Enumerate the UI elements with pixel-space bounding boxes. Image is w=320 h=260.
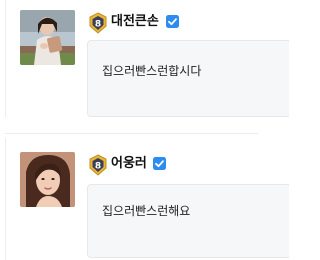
comment-bubble: 집으러빤스런해요 [87,184,289,258]
level-number: 8 [95,162,101,172]
avatar-image [20,152,75,207]
comment-bubble: 집으러빤스런합시다 [87,40,289,117]
author-name[interactable]: 대전큰손 [111,13,159,31]
thread-line [5,0,6,117]
comment-text: 집으러빤스런합시다 [102,64,202,78]
thread-line [5,138,6,260]
level-badge: 8 [88,12,108,34]
comment-text: 집으러빤스런해요 [102,204,191,218]
verified-check-icon [153,157,166,170]
level-number: 8 [95,20,101,30]
level-badge: 8 [88,154,108,176]
avatar[interactable] [20,10,75,65]
avatar[interactable] [20,152,75,207]
avatar-image [20,10,75,65]
author-name[interactable]: 어웅러 [111,155,147,173]
verified-check-icon [166,15,179,28]
comment-divider [5,133,258,134]
comment-list: 8 대전큰손 집으러빤스런합시다 8 어웅러 집으러빤스런해요 [0,0,289,260]
